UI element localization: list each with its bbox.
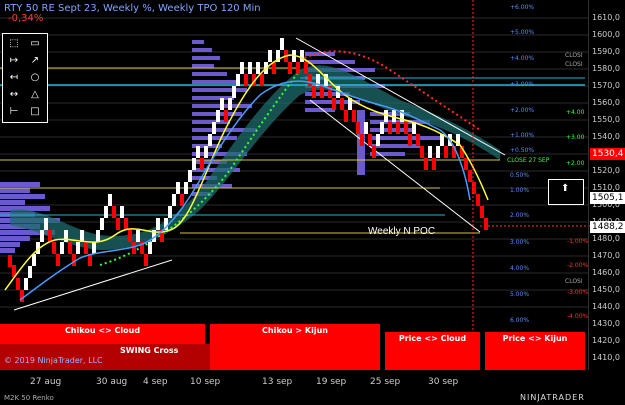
price-tick: 1470,0 xyxy=(592,251,620,260)
price-tick: 1600,0 xyxy=(592,30,620,39)
date-axis: 27 aug 30 aug 4 sep 10 sep 13 sep 19 sep 25 se… xyxy=(0,377,588,391)
pct-level-blue: +4.00% xyxy=(510,55,535,62)
price-tick: 1550,0 xyxy=(592,115,620,124)
date-tick: 13 sep xyxy=(262,377,293,387)
pct-level-blue: +5.00% xyxy=(510,29,535,36)
band-chikou-kijun-label: Chikou > Kijun xyxy=(262,326,328,335)
band-price-cloud-label: Price <> Cloud xyxy=(398,334,467,343)
date-tick: 30 aug xyxy=(96,377,128,387)
date-tick: 30 sep xyxy=(428,377,459,387)
arrow-line-icon[interactable]: ↗ xyxy=(26,53,44,67)
date-tick: 27 aug xyxy=(30,377,62,387)
copyright: © 2019 NinjaTrader, LLC xyxy=(4,356,103,365)
band-chikou-cloud-label: Chikou <> Cloud xyxy=(64,326,141,335)
change-percent: -0,34% xyxy=(8,13,44,24)
close-week-label: CLOSE 27 SEP xyxy=(507,157,550,164)
pct-level-red: -4.00% xyxy=(567,313,589,320)
footer-bar: M2K 50 Renko NINJATRADER xyxy=(0,392,625,405)
price-tick: 1510,0 xyxy=(592,183,620,192)
pct-level-blue: 2.00% xyxy=(510,212,530,219)
band-chikou-kijun: Chikou > Kijun xyxy=(210,324,380,370)
price-tick: 1460,0 xyxy=(592,268,620,277)
pct-level-blue: +1.00% xyxy=(510,132,535,139)
price-tick: 1480,0 xyxy=(592,234,620,243)
date-tick: 4 sep xyxy=(143,377,168,387)
ellipse-icon[interactable]: ○ xyxy=(26,70,44,84)
pct-level-blue: 0.50% xyxy=(510,172,530,179)
ray-icon[interactable]: ↤ xyxy=(5,70,23,84)
pct-level-green: +4.00 xyxy=(566,109,585,116)
extended-line-icon[interactable]: ↔ xyxy=(5,87,23,101)
horizontal-line-icon[interactable]: ⊢ xyxy=(5,104,23,118)
closi-label-2: CLOSI xyxy=(565,61,583,68)
footer-instrument: M2K 50 Renko xyxy=(4,394,54,402)
pct-level-red: -3.00% xyxy=(567,289,589,296)
price-widget[interactable]: ⬆ xyxy=(548,179,584,205)
pct-level-blue: 5.00% xyxy=(510,291,530,298)
pct-level-blue: 4.00% xyxy=(510,265,530,272)
price-tick: 1420,0 xyxy=(592,336,620,345)
rectangle-tool-icon[interactable]: □ xyxy=(26,104,44,118)
pct-level-green: +2.00 xyxy=(566,160,585,167)
level-a-price-box: 1505,1 xyxy=(590,192,625,204)
price-tick: 1610,0 xyxy=(592,13,620,22)
line-icon[interactable]: ↦ xyxy=(5,53,23,67)
price-tick: 1410,0 xyxy=(592,353,620,362)
pct-level-blue: 6.00% xyxy=(510,317,530,324)
current-price-box: 1530,4 xyxy=(590,148,625,160)
pct-level-blue: +3.00% xyxy=(510,81,535,88)
select-region-icon[interactable]: ⬚ xyxy=(5,36,23,50)
closi-label-3: CLOSI xyxy=(565,278,583,285)
pct-level-blue: +2.00% xyxy=(510,107,535,114)
pct-level-red: -2.00% xyxy=(567,262,589,269)
pct-level-blue: +0.50% xyxy=(510,147,535,154)
price-tick: 1430,0 xyxy=(592,319,620,328)
date-tick: 10 sep xyxy=(190,377,221,387)
band-swing-cross-label: SWING Cross xyxy=(120,346,179,355)
pct-level-red: -1.00% xyxy=(567,238,589,245)
arrow-up-icon: ⬆ xyxy=(561,183,570,194)
pct-level-blue: 1.00% xyxy=(510,187,530,194)
band-price-cloud: Price <> Cloud xyxy=(385,332,480,370)
price-tick: 1570,0 xyxy=(592,81,620,90)
band-price-kijun-label: Price <> Kijun xyxy=(502,334,568,343)
price-tick: 1560,0 xyxy=(592,98,620,107)
price-tick: 1540,0 xyxy=(592,132,620,141)
drawing-toolbar: ⬚ ▭ ↦ ↗ ↤ ○ ↔ △ ⊢ □ xyxy=(2,33,48,123)
date-tick: 19 sep xyxy=(316,377,347,387)
price-axis: 1610,0 1600,0 1590,0 1580,0 1570,0 1560,0 1550… xyxy=(588,0,625,370)
pct-level-green: +3.00 xyxy=(566,134,585,141)
price-tick: 1450,0 xyxy=(592,285,620,294)
triangle-icon[interactable]: △ xyxy=(26,87,44,101)
band-price-kijun: Price <> Kijun xyxy=(485,332,585,370)
weekly-poc-label: Weekly N POC xyxy=(368,226,435,237)
ninjatrader-logo: NINJATRADER xyxy=(520,393,585,402)
price-tick: 1440,0 xyxy=(592,302,620,311)
price-tick: 1580,0 xyxy=(592,64,620,73)
date-tick: 25 sep xyxy=(370,377,401,387)
pct-level-blue: +6.00% xyxy=(510,4,535,11)
price-tick: 1520,0 xyxy=(592,166,620,175)
closi-label-1: CLOSI xyxy=(565,52,583,59)
rectangle-icon[interactable]: ▭ xyxy=(26,36,44,50)
level-b-price-box: 1488,2 xyxy=(590,221,625,233)
pct-level-blue: 3.00% xyxy=(510,239,530,246)
price-tick: 1590,0 xyxy=(592,47,620,56)
